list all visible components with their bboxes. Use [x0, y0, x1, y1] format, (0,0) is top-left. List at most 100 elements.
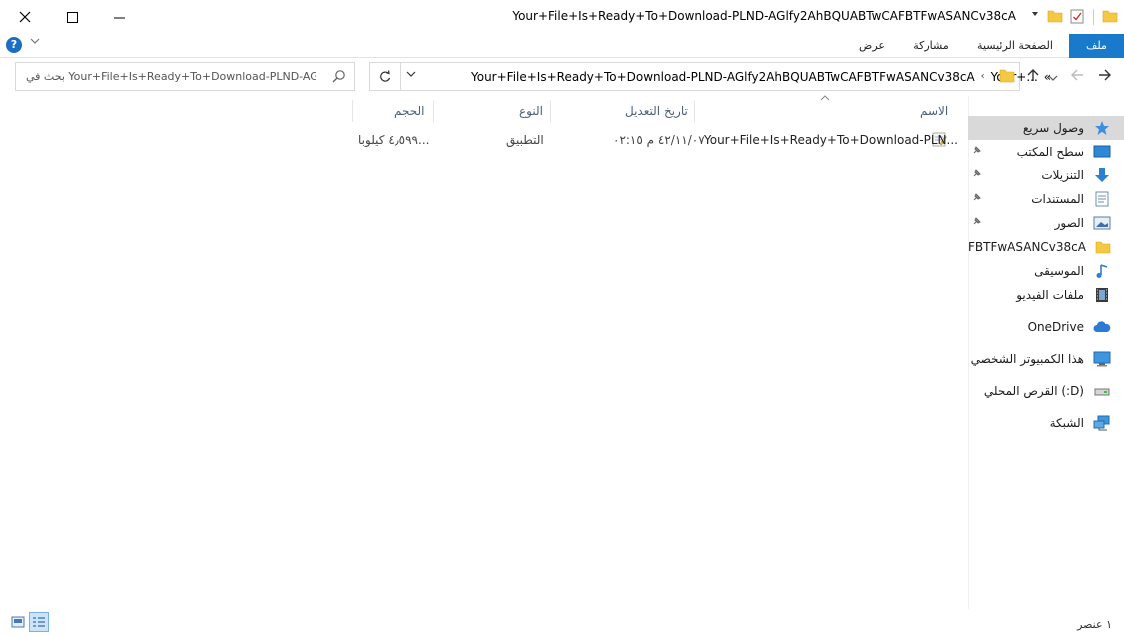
new-folder-quick-button[interactable]	[1047, 9, 1063, 23]
tab-home[interactable]: الصفحة الرئيسية	[970, 34, 1060, 58]
column-divider[interactable]	[352, 100, 353, 122]
ribbon-expand-button[interactable]	[30, 37, 40, 48]
nav-item-label: وصول سريع	[1022, 121, 1084, 135]
help-icon[interactable]: ?	[6, 37, 22, 53]
recent-locations-button[interactable]	[1048, 70, 1058, 86]
nav-item-onedrive[interactable]: OneDrive	[968, 315, 1124, 339]
tab-share[interactable]: مشاركة	[906, 34, 956, 58]
column-header-date[interactable]: تاريخ التعديل	[625, 96, 688, 124]
download-icon	[1092, 166, 1112, 184]
search-icon	[332, 70, 345, 83]
search-placeholder: بحث في Your+File+Is+Ready+To+Download-PL…	[26, 70, 316, 83]
properties-quick-button[interactable]	[1070, 9, 1084, 24]
nav-item-label: سطح المكتب	[1016, 145, 1084, 159]
status-bar: ١ عنصر	[0, 609, 1124, 637]
arrow-right-icon	[1099, 69, 1111, 81]
nav-item-this-pc[interactable]: هذا الكمبيوتر الشخصي	[968, 347, 1124, 371]
nav-item-pictures[interactable]: الصور	[968, 211, 1124, 235]
file-list: الاسم تاريخ التعديل النوع الحجم Your+Fil…	[0, 94, 966, 609]
nav-item-label: المستندات	[1031, 192, 1084, 206]
explorer-icon	[1102, 9, 1118, 23]
file-size: ٤٫٥٩٩ كيلوبا...	[358, 133, 430, 147]
column-divider[interactable]	[694, 100, 695, 122]
pin-icon[interactable]	[972, 192, 982, 205]
chevron-down-icon	[30, 38, 40, 44]
refresh-button[interactable]	[369, 62, 400, 91]
back-button[interactable]	[1098, 68, 1112, 86]
item-count: ١ عنصر	[1077, 618, 1112, 631]
title-bar: Your+File+Is+Ready+To+Download-PLND-AGlf…	[0, 0, 1124, 34]
column-header-type[interactable]: النوع	[519, 96, 543, 124]
file-type: التطبيق	[506, 133, 544, 147]
table-row[interactable]: Your+File+Is+Ready+To+Download-PLN... ٤٢…	[352, 127, 958, 149]
quick-access-dropdown[interactable]	[1030, 9, 1040, 19]
network-icon	[1092, 414, 1112, 432]
location-folder-icon	[999, 68, 1015, 87]
refresh-icon	[380, 70, 391, 82]
nav-item-desktop[interactable]: سطح المكتب	[968, 140, 1124, 164]
divider-icon	[1093, 9, 1094, 25]
minimize-icon	[113, 17, 125, 18]
nav-item-videos[interactable]: ملفات الفيديو	[968, 283, 1124, 307]
nav-item-pinned-folder[interactable]: FBTFwASANCv38cA	[968, 235, 1124, 259]
dropdown-icon	[1032, 12, 1038, 16]
column-divider[interactable]	[433, 100, 434, 122]
close-icon	[19, 11, 31, 23]
checklist-icon	[1070, 9, 1084, 24]
sort-ascending-icon	[820, 94, 830, 104]
column-header-size[interactable]: الحجم	[394, 96, 424, 124]
search-input[interactable]: بحث في Your+File+Is+Ready+To+Download-PL…	[15, 62, 355, 91]
nav-item-label: القرص المحلي (:D)	[983, 384, 1084, 398]
folder-icon	[1102, 10, 1118, 23]
nav-item-documents[interactable]: المستندات	[968, 187, 1124, 211]
tab-view[interactable]: عرض	[852, 34, 892, 58]
large-icons-view-button[interactable]	[8, 612, 28, 632]
breadcrumb: Your+File+Is+Ready+To+Download-PLND-AGlf…	[471, 70, 1051, 84]
close-button[interactable]	[2, 0, 48, 34]
address-history-button[interactable]	[406, 70, 416, 81]
document-icon	[1092, 190, 1112, 208]
tab-file[interactable]: ملف	[1069, 34, 1124, 58]
maximize-button[interactable]	[49, 0, 95, 34]
video-icon	[1092, 286, 1112, 304]
address-input[interactable]: Your+File+Is+Ready+To+Download-PLND-AGlf…	[400, 62, 1051, 91]
nav-item-downloads[interactable]: التنزيلات	[968, 163, 1124, 187]
folder-icon	[999, 69, 1015, 83]
computer-icon	[1092, 350, 1112, 368]
cloud-icon	[1092, 318, 1112, 336]
chevron-down-icon	[406, 71, 416, 77]
column-divider[interactable]	[550, 100, 551, 122]
pin-icon[interactable]	[972, 145, 982, 158]
star-icon	[1092, 119, 1112, 137]
nav-item-music[interactable]: الموسيقى	[968, 259, 1124, 283]
folder-icon	[1047, 10, 1063, 23]
nav-item-label: الموسيقى	[1034, 264, 1084, 278]
navigation-pane: وصول سريع سطح المكتب التنزيلات المستندات…	[968, 96, 1124, 609]
pin-icon[interactable]	[972, 168, 982, 181]
nav-item-label: OneDrive	[1027, 320, 1084, 334]
minimize-button[interactable]	[96, 0, 142, 34]
ribbon: ? ملف الصفحة الرئيسية مشاركة عرض	[0, 34, 1124, 58]
file-name: Your+File+Is+Ready+To+Download-PLN...	[704, 133, 958, 147]
nav-item-quick-access[interactable]: وصول سريع	[968, 116, 1124, 140]
chevron-down-icon	[1048, 75, 1058, 81]
nav-item-label: هذا الكمبيوتر الشخصي	[970, 352, 1084, 366]
window-title: Your+File+Is+Ready+To+Download-PLND-AGlf…	[512, 9, 1016, 23]
breadcrumb-item[interactable]: Your+File+Is+Ready+To+Download-PLND-AGlf…	[471, 70, 975, 84]
music-icon	[1092, 262, 1112, 280]
nav-item-local-disk[interactable]: القرص المحلي (:D)	[968, 379, 1124, 403]
breadcrumb-separator-icon[interactable]: ‹	[981, 70, 985, 84]
thumbnails-icon	[11, 616, 25, 628]
pin-icon[interactable]	[972, 216, 982, 229]
column-header-name[interactable]: الاسم	[920, 96, 948, 124]
details-list-icon	[33, 617, 45, 627]
details-view-button[interactable]	[29, 612, 49, 632]
up-button[interactable]	[1026, 68, 1040, 86]
forward-button[interactable]	[1070, 68, 1084, 86]
file-date: ٤٢/١١/٠٧ م ٠٢:١٥	[613, 133, 705, 147]
arrow-up-icon	[1027, 69, 1039, 81]
nav-item-label: التنزيلات	[1041, 168, 1084, 182]
nav-item-network[interactable]: الشبكة	[968, 411, 1124, 435]
nav-item-label: الصور	[1054, 216, 1084, 230]
nav-item-label: FBTFwASANCv38cA	[968, 240, 1086, 254]
